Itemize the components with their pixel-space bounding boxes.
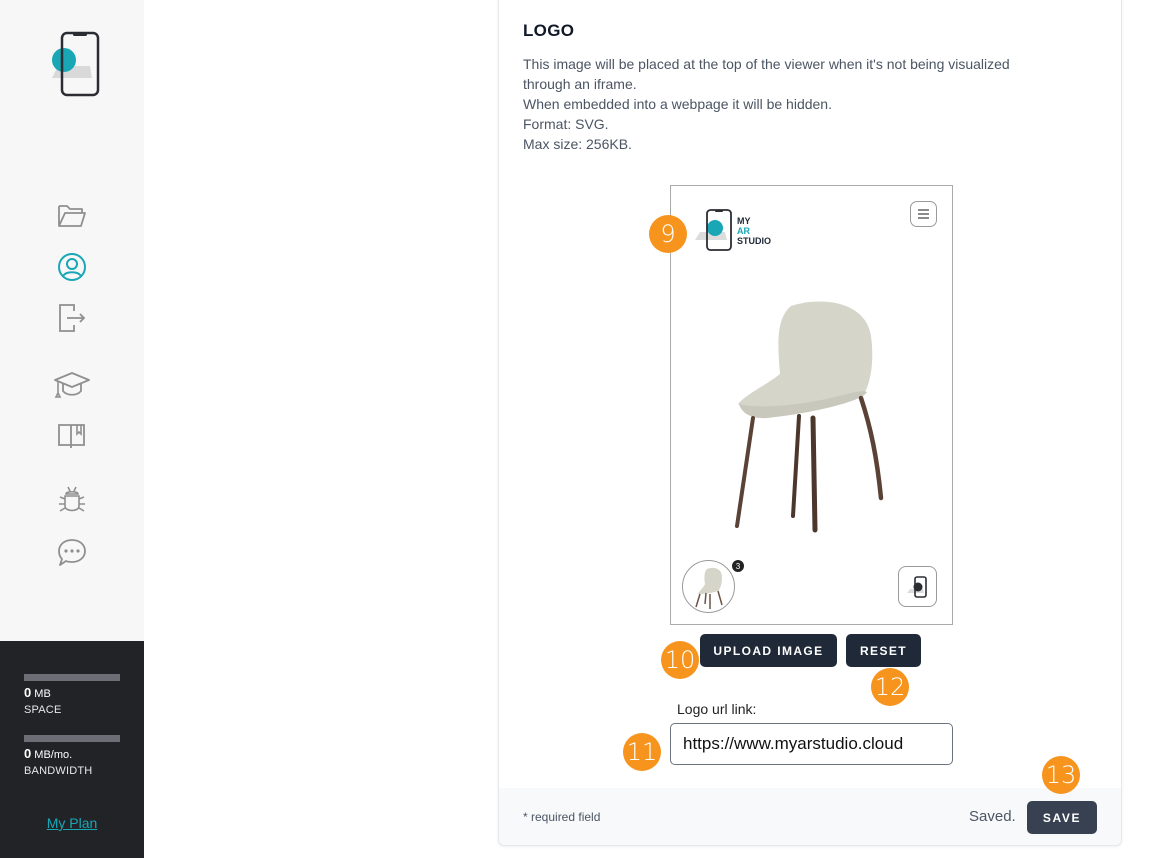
description-line: This image will be placed at the top of … xyxy=(523,56,1010,72)
description-line: When embedded into a webpage it will be … xyxy=(523,96,832,112)
annotation-badge-11: 11 xyxy=(623,733,661,771)
sidebar: 0 MB SPACE 0 MB/mo. BANDWIDTH My Plan xyxy=(0,0,144,858)
form-footer: * required field Saved. SAVE xyxy=(499,788,1121,845)
menu-icon-line xyxy=(918,209,929,211)
nav-logout[interactable] xyxy=(52,300,92,336)
reset-button[interactable]: RESET xyxy=(846,634,921,667)
bug-icon xyxy=(59,486,85,512)
menu-icon-line xyxy=(918,217,929,219)
section-title: LOGO xyxy=(523,21,575,40)
brand-wordmark: MY AR STUDIO xyxy=(737,216,771,246)
space-label: SPACE xyxy=(24,704,62,716)
nav-projects[interactable] xyxy=(52,198,92,234)
annotation-badge-13: 13 xyxy=(1042,756,1080,794)
user-circle-icon xyxy=(58,253,86,281)
description-line: through an iframe. xyxy=(523,76,637,92)
nav-report-bug[interactable] xyxy=(52,484,92,520)
annotation-badge-12: 12 xyxy=(871,668,909,706)
save-button[interactable]: SAVE xyxy=(1027,801,1097,834)
description-line: Max size: 256KB. xyxy=(523,136,632,152)
phone-ar-icon xyxy=(906,575,927,598)
thumbnail-count-badge: 3 xyxy=(732,560,744,572)
nav-academy[interactable] xyxy=(52,367,92,403)
bandwidth-label: BANDWIDTH xyxy=(24,765,93,777)
annotation-badge-9: 9 xyxy=(649,215,687,253)
bandwidth-usage-bar xyxy=(24,735,120,742)
nav-docs[interactable] xyxy=(52,417,92,453)
app-logo[interactable] xyxy=(40,30,104,98)
logo-url-label: Logo url link: xyxy=(677,701,757,717)
brand-line-ar: AR xyxy=(737,226,750,236)
graduation-cap-icon xyxy=(54,372,90,398)
menu-icon-line xyxy=(918,213,929,215)
bandwidth-amount: 0 xyxy=(24,746,32,761)
folder-icon xyxy=(58,205,86,227)
required-field-note: * required field xyxy=(523,810,601,824)
logo-settings-card: LOGO This image will be placed at the to… xyxy=(498,0,1122,846)
chat-icon xyxy=(58,539,86,566)
book-icon xyxy=(58,424,85,448)
chair-model-image xyxy=(735,301,884,533)
brand-line-my: MY xyxy=(737,216,751,226)
viewer-preview: MY AR STUDIO 3 xyxy=(670,185,953,625)
plan-usage-panel: 0 MB SPACE 0 MB/mo. BANDWIDTH My Plan xyxy=(0,641,144,858)
space-usage-bar xyxy=(24,674,120,681)
upload-image-button[interactable]: UPLOAD IMAGE xyxy=(700,634,837,667)
nav-support-chat[interactable] xyxy=(52,535,92,571)
space-value: 0 MB xyxy=(24,685,51,700)
save-status: Saved. xyxy=(969,808,1016,825)
nav-account[interactable] xyxy=(52,249,92,285)
bandwidth-unit: MB/mo. xyxy=(34,749,73,761)
view-in-ar-button[interactable] xyxy=(898,566,937,607)
bandwidth-value: 0 MB/mo. xyxy=(24,746,72,761)
space-unit: MB xyxy=(34,688,51,700)
space-amount: 0 xyxy=(24,685,32,700)
section-description: This image will be placed at the top of … xyxy=(523,54,1103,154)
model-thumbnail[interactable] xyxy=(682,560,735,613)
logo-url-input[interactable] xyxy=(670,723,953,765)
chair-thumbnail-image xyxy=(695,567,723,609)
viewer-menu-button[interactable] xyxy=(910,201,937,227)
logout-icon xyxy=(59,304,86,332)
description-line: Format: SVG. xyxy=(523,116,609,132)
phone-ar-logo-icon xyxy=(52,31,100,97)
phone-ar-logo-icon xyxy=(695,209,732,251)
my-plan-link[interactable]: My Plan xyxy=(0,815,144,831)
brand-line-studio: STUDIO xyxy=(737,236,772,246)
annotation-badge-10: 10 xyxy=(661,641,699,679)
